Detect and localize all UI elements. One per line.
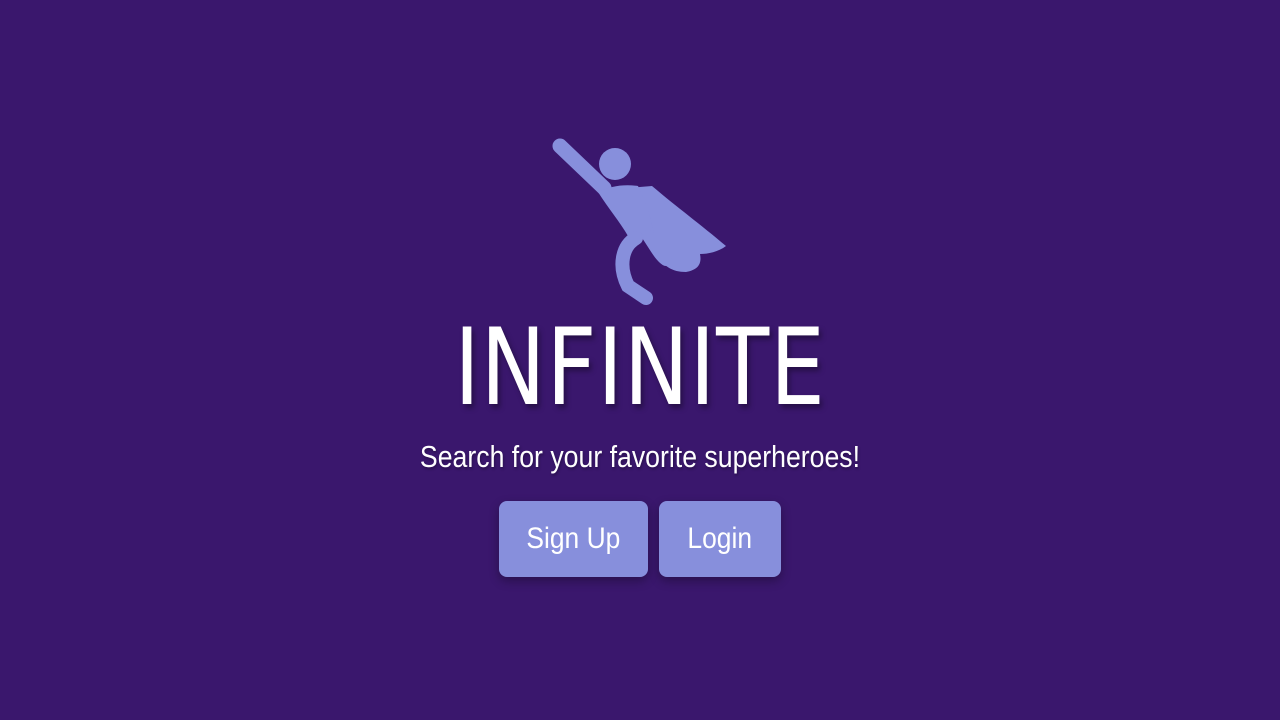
landing-page: INFINITE Search for your favorite superh… [0,0,1280,720]
login-button[interactable]: Login [659,501,781,577]
sign-up-button[interactable]: Sign Up [499,501,648,577]
tagline: Search for your favorite superheroes! [419,439,861,474]
flying-superhero-icon [548,136,734,308]
login-label: Login [687,522,753,555]
brand-title: INFINITE [454,306,826,429]
auth-actions: Sign Up Login [0,501,1280,577]
sign-up-label: Sign Up [526,522,621,555]
